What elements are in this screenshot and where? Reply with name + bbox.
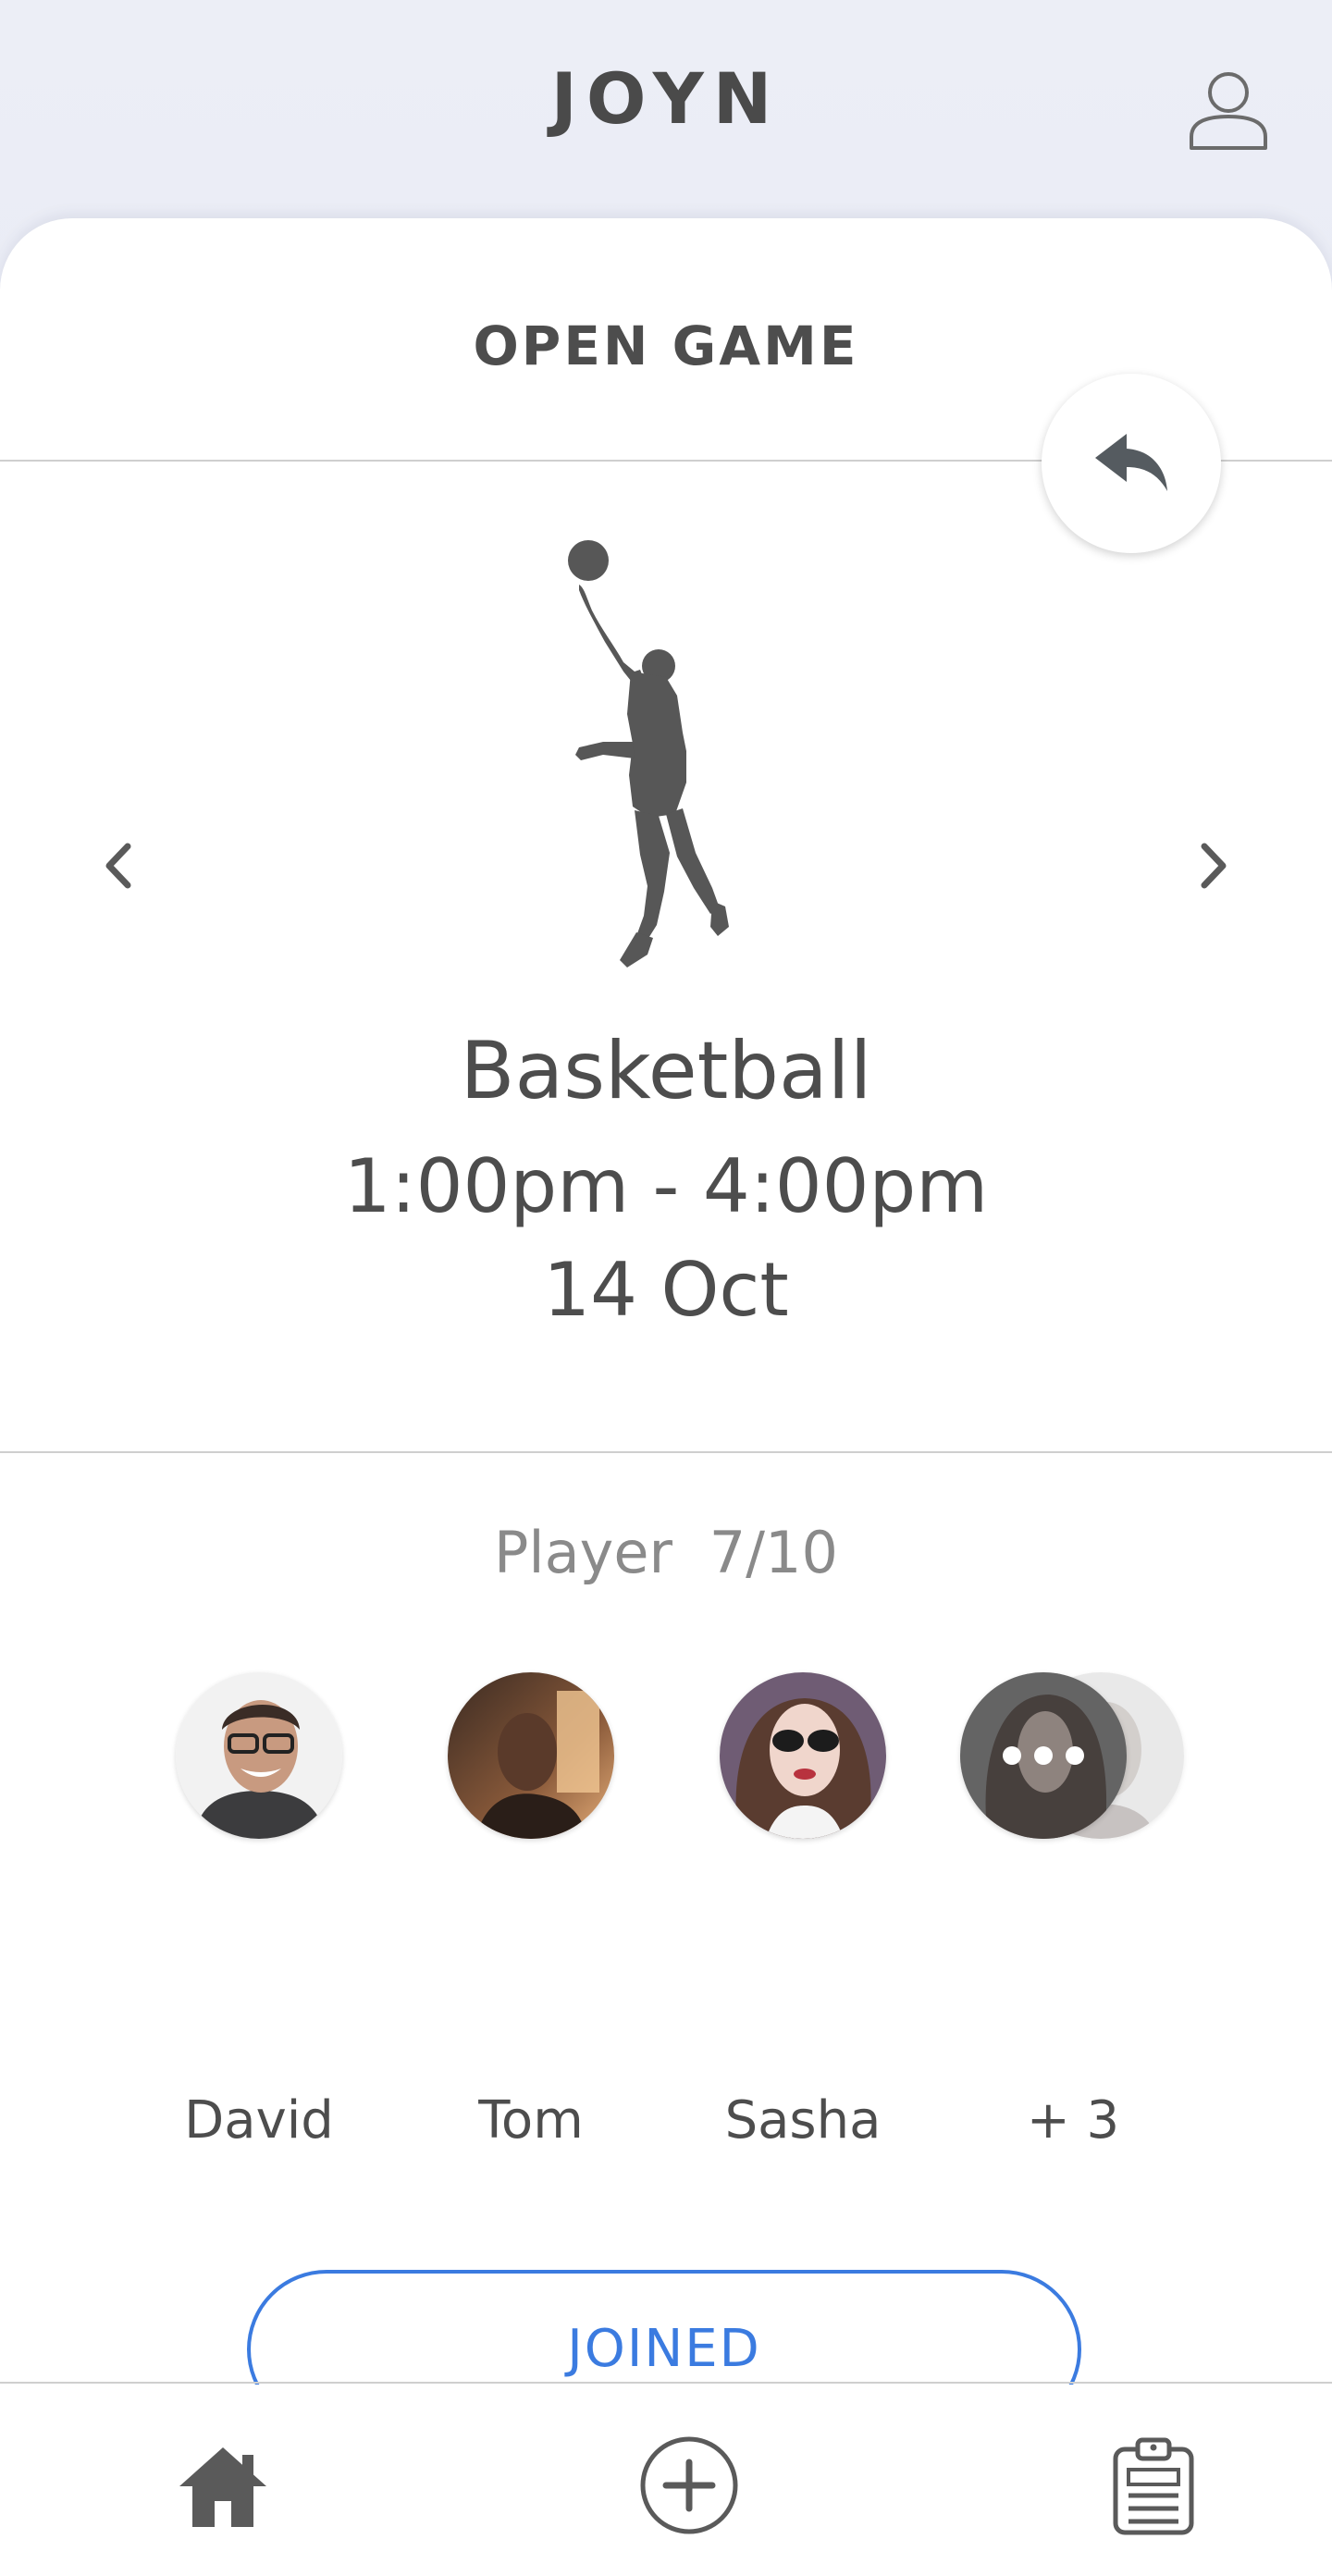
- divider: [0, 2382, 1332, 2384]
- bottom-nav: [0, 2385, 1332, 2576]
- more-players-count: + 3: [1026, 2090, 1120, 2151]
- chevron-left-icon: [105, 843, 131, 889]
- avatar-sasha[interactable]: [720, 1672, 886, 1839]
- plus-circle-icon[interactable]: [638, 2434, 740, 2536]
- player-name: David: [184, 2090, 334, 2151]
- player-count: Player 7/10: [0, 1519, 1332, 1586]
- more-players-button[interactable]: [960, 1672, 1127, 1839]
- player-count-label: Player: [494, 1519, 672, 1586]
- sport-name: Basketball: [460, 1025, 872, 1117]
- player-name: Tom: [478, 2090, 584, 2151]
- more-dots-icon: [960, 1672, 1127, 1839]
- next-sport-button[interactable]: [1186, 833, 1241, 898]
- avatar-david[interactable]: [176, 1672, 342, 1839]
- game-time: 1:00pm - 4:00pm: [343, 1143, 989, 1229]
- clipboard-icon[interactable]: [1103, 2434, 1204, 2536]
- divider: [0, 1451, 1332, 1453]
- app-header: JOYN: [0, 0, 1332, 218]
- game-card: OPEN GAME Basketball 1:00pm - 4:00pm 14 …: [0, 218, 1332, 2576]
- previous-sport-button[interactable]: [91, 833, 146, 898]
- card-title: OPEN GAME: [473, 314, 859, 377]
- home-icon[interactable]: [172, 2434, 274, 2536]
- avatar-tom[interactable]: [448, 1672, 614, 1839]
- player-count-value: 7/10: [709, 1519, 838, 1586]
- basketball-player-icon: [548, 533, 751, 982]
- chevron-right-icon: [1201, 843, 1227, 889]
- reply-icon: [1095, 434, 1167, 491]
- back-button[interactable]: [1042, 374, 1221, 553]
- game-date: 14 Oct: [543, 1247, 789, 1333]
- app-title: JOYN: [550, 57, 782, 140]
- user-icon[interactable]: [1184, 65, 1273, 154]
- player-name: Sasha: [724, 2090, 882, 2151]
